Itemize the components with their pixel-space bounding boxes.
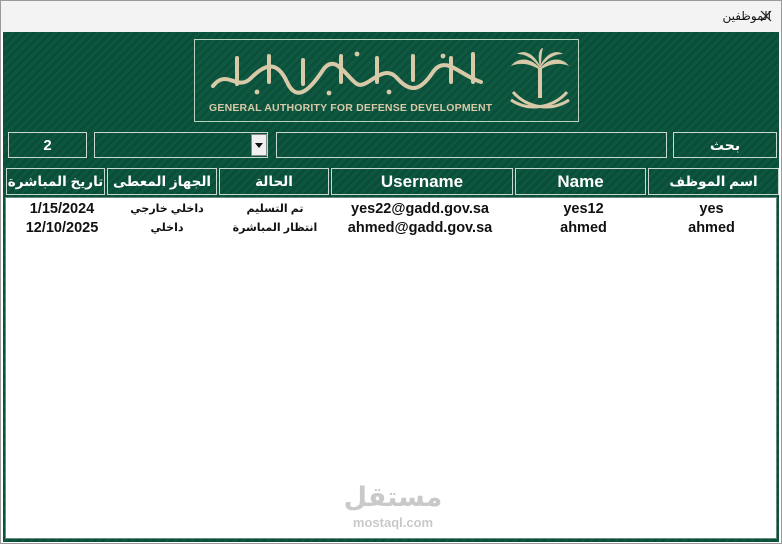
cell-name: ahmed	[560, 219, 607, 236]
column-header-username[interactable]: Username	[331, 168, 513, 195]
dropdown-arrow-button[interactable]	[251, 134, 267, 156]
result-count: 2	[8, 132, 87, 158]
column-header-employee-name[interactable]: اسم الموظف	[648, 168, 779, 195]
cell-device: داخلي خارجي	[130, 203, 204, 215]
organization-arabic-logo	[211, 51, 483, 96]
table-row[interactable]: yes yes12 yes22@gadd.gov.sa تم التسليم د…	[6, 199, 776, 218]
search-input[interactable]	[276, 132, 667, 158]
watermark-latin: mostaql.com	[352, 515, 434, 530]
cell-username: yes22@gadd.gov.sa	[351, 200, 489, 217]
search-button[interactable]: بحث	[673, 132, 777, 158]
table-header: اسم الموظف Name Username الحالة الجهاز ا…	[5, 168, 779, 196]
cell-status: انتظار المباشرة	[232, 222, 318, 234]
cell-employee-name: yes	[699, 200, 724, 217]
column-header-start-date[interactable]: تاريخ المباشرة	[6, 168, 105, 195]
table-row[interactable]: ahmed ahmed ahmed@gadd.gov.sa انتظار الم…	[6, 218, 776, 237]
cell-device: داخلي	[150, 222, 184, 234]
employees-window: الموظفين GENERAL AUTHORITY FOR DEFENSE D…	[0, 0, 782, 544]
watermark-arabic: مستقل	[343, 482, 443, 512]
close-button[interactable]	[754, 5, 778, 27]
column-header-device[interactable]: الجهاز المعطى	[107, 168, 217, 195]
cell-name: yes12	[563, 200, 604, 217]
cell-username: ahmed@gadd.gov.sa	[347, 219, 493, 236]
filter-dropdown[interactable]	[94, 132, 268, 158]
column-header-status[interactable]: الحالة	[219, 168, 329, 195]
organization-banner: GENERAL AUTHORITY FOR DEFENSE DEVELOPMEN…	[194, 39, 579, 122]
palm-swords-emblem-icon	[510, 48, 570, 109]
cell-start-date: 12/10/2025	[25, 219, 99, 236]
cell-status: تم التسليم	[246, 203, 304, 215]
column-header-name[interactable]: Name	[515, 168, 646, 195]
organization-english-name: GENERAL AUTHORITY FOR DEFENSE DEVELOPMEN…	[209, 102, 493, 114]
close-icon	[760, 10, 772, 22]
mostaql-watermark: مستقل mostaql.com	[339, 482, 447, 534]
chevron-down-icon	[255, 142, 263, 148]
form-body: GENERAL AUTHORITY FOR DEFENSE DEVELOPMEN…	[3, 32, 779, 542]
cell-employee-name: ahmed	[688, 219, 735, 236]
cell-start-date: 1/15/2024	[29, 200, 95, 217]
title-bar: الموظفين	[1, 1, 781, 32]
